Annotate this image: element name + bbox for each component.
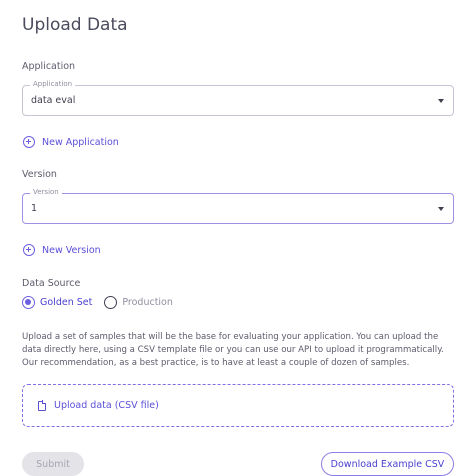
download-example-csv-button[interactable]: Download Example CSV — [321, 452, 454, 476]
data-source-description: Upload a set of samples that will be the… — [22, 332, 444, 368]
radio-checked-icon[interactable] — [22, 296, 35, 309]
data-source-radio-group: Golden Set Production — [22, 296, 173, 309]
upload-data-label: Upload data (CSV file) — [54, 400, 159, 411]
radio-label-production: Production — [122, 297, 173, 308]
new-version-label: New Version — [42, 244, 101, 256]
new-application-button[interactable]: New Application — [23, 134, 119, 150]
file-icon — [38, 400, 47, 411]
version-section-label: Version — [22, 169, 57, 180]
new-application-label: New Application — [42, 136, 119, 148]
upload-data-link[interactable]: Upload data (CSV file) — [38, 400, 159, 411]
radio-label-golden-set: Golden Set — [40, 297, 93, 308]
radio-option-production[interactable]: Production — [104, 296, 173, 309]
plus-circle-icon — [23, 244, 35, 256]
application-select-value: data eval — [31, 95, 76, 106]
new-version-button[interactable]: New Version — [23, 242, 101, 258]
radio-option-golden-set[interactable]: Golden Set — [22, 296, 92, 309]
upload-dropzone[interactable]: Upload data (CSV file) — [22, 384, 454, 427]
data-source-label: Data Source — [22, 278, 81, 289]
plus-circle-icon — [23, 136, 35, 148]
chevron-down-icon[interactable] — [438, 207, 444, 211]
application-select[interactable]: Application data eval — [22, 80, 454, 116]
version-select-value: 1 — [31, 203, 38, 214]
version-select[interactable]: Version 1 — [22, 188, 454, 224]
application-float-label: Application — [30, 80, 76, 88]
page-title: Upload Data — [22, 15, 128, 35]
version-float-label: Version — [30, 188, 62, 196]
application-section-label: Application — [22, 61, 76, 72]
submit-button[interactable]: Submit — [22, 452, 84, 476]
chevron-down-icon[interactable] — [438, 99, 444, 103]
radio-unchecked-icon[interactable] — [104, 296, 118, 309]
